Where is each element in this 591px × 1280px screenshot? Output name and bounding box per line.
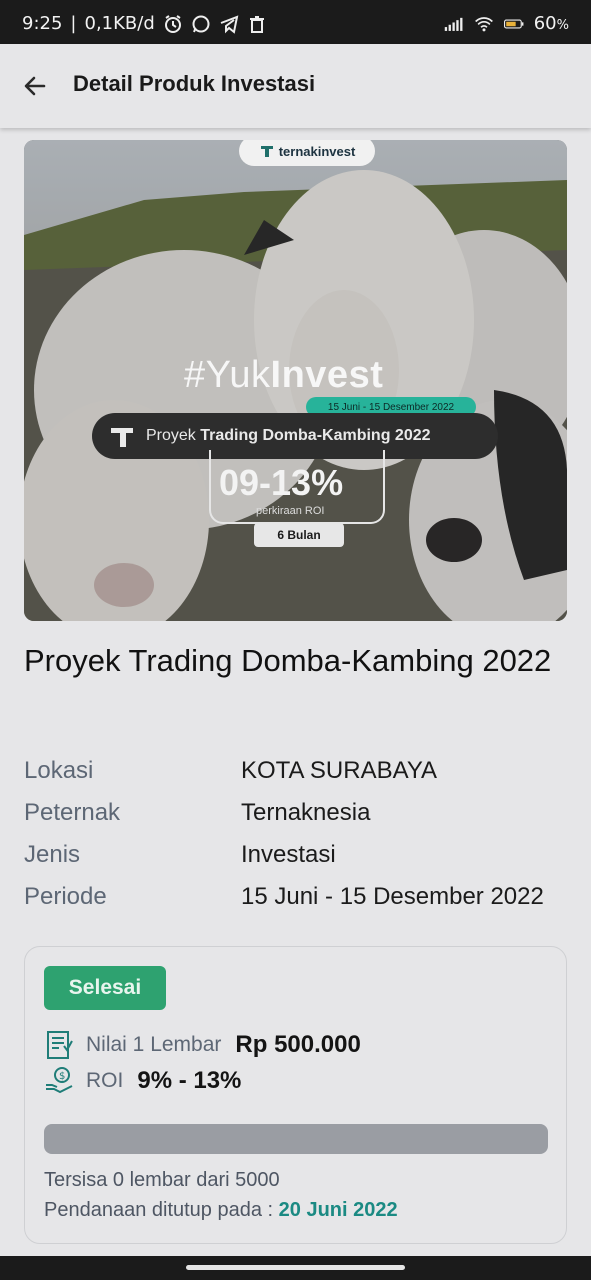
project-prefix: Proyek <box>146 427 201 444</box>
info-value: Ternaknesia <box>241 799 371 826</box>
alarm-icon <box>163 14 183 34</box>
telegram-icon <box>219 14 239 34</box>
project-pill-text: Proyek Trading Domba-Kambing 2022 <box>146 427 431 445</box>
funding-closed-date: 20 Juni 2022 <box>278 1199 398 1221</box>
roi-value: 9% - 13% <box>137 1067 242 1094</box>
separator: | <box>70 13 77 34</box>
roi-row: $ ROI 9% - 13% <box>44 1065 241 1097</box>
funding-closed: Pendanaan ditutup pada : 20 Juni 2022 <box>44 1199 398 1222</box>
battery-icon <box>503 14 524 34</box>
info-row-periode: Periode 15 Juni - 15 Desember 2022 <box>24 876 569 918</box>
product-hero-image: ternakinvest #YukInvest 15 Juni - 15 Des… <box>24 140 567 621</box>
share-value-row: Nilai 1 Lembar Rp 500.000 <box>44 1029 361 1061</box>
info-key: Periode <box>24 883 107 910</box>
status-right: 60% <box>444 13 569 34</box>
hero-roi: 09-13% <box>219 462 344 503</box>
roi-label: ROI <box>86 1069 124 1092</box>
remaining-shares: Tersisa 0 lembar dari 5000 <box>44 1169 280 1191</box>
info-value: Investasi <box>241 841 336 868</box>
share-value-amount: Rp 500.000 <box>235 1031 361 1058</box>
info-key: Peternak <box>24 799 121 826</box>
hashtag-prefix: #Yuk <box>184 354 271 396</box>
status-bar: 9:25 | 0,1KB/d 60% <box>0 0 591 44</box>
info-value: 15 Juni - 15 Desember 2022 <box>241 883 544 910</box>
system-nav-bar <box>0 1256 591 1280</box>
arrow-left-icon <box>24 76 46 96</box>
info-row-jenis: Jenis Investasi <box>24 834 569 876</box>
clock: 9:25 <box>22 13 63 34</box>
brand-icon <box>260 146 273 157</box>
investment-card: Selesai Nilai 1 Lembar Rp 500.000 $ ROI … <box>24 946 567 1244</box>
info-value: KOTA SURABAYA <box>241 757 438 784</box>
certificate-icon <box>47 1031 73 1059</box>
funding-progress-bar <box>44 1124 548 1154</box>
funding-closed-label: Pendanaan ditutup pada : <box>44 1199 274 1221</box>
info-row-peternak: Peternak Ternaknesia <box>24 792 569 834</box>
svg-text:$: $ <box>59 1071 65 1082</box>
share-value-label: Nilai 1 Lembar <box>86 1033 222 1056</box>
hero-roi-caption: perkiraan ROI <box>256 505 325 517</box>
home-gesture-handle[interactable] <box>186 1265 405 1270</box>
status-badge: Selesai <box>44 966 166 1010</box>
info-key: Jenis <box>24 841 81 868</box>
product-info: Lokasi KOTA SURABAYA Peternak Ternaknesi… <box>24 750 569 918</box>
wifi-icon <box>474 14 494 34</box>
whatsapp-icon <box>191 14 211 34</box>
battery-level: 60% <box>533 13 569 34</box>
product-title: Proyek Trading Domba-Kambing 2022 <box>24 643 552 678</box>
status-left: 9:25 | 0,1KB/d <box>22 13 267 34</box>
brand-logo: ternakinvest <box>239 140 375 166</box>
hashtag-bold: Invest <box>270 354 384 396</box>
info-key: Lokasi <box>24 757 94 784</box>
signal-icon <box>444 14 464 34</box>
app-bar: Detail Produk Investasi <box>0 44 591 128</box>
hashtag: #YukInvest <box>184 354 383 397</box>
page-title: Detail Produk Investasi <box>73 71 316 96</box>
money-hand-icon: $ <box>46 1067 73 1094</box>
brand-mark-icon <box>111 428 133 447</box>
info-row-lokasi: Lokasi KOTA SURABAYA <box>24 750 569 792</box>
project-bold: Trading Domba-Kambing 2022 <box>200 427 431 444</box>
trash-icon <box>247 14 267 34</box>
duration-badge: 6 Bulan <box>254 523 344 547</box>
brand-name: ternakinvest <box>278 143 356 159</box>
network-speed: 0,1KB/d <box>84 13 155 34</box>
back-button[interactable] <box>20 71 50 101</box>
